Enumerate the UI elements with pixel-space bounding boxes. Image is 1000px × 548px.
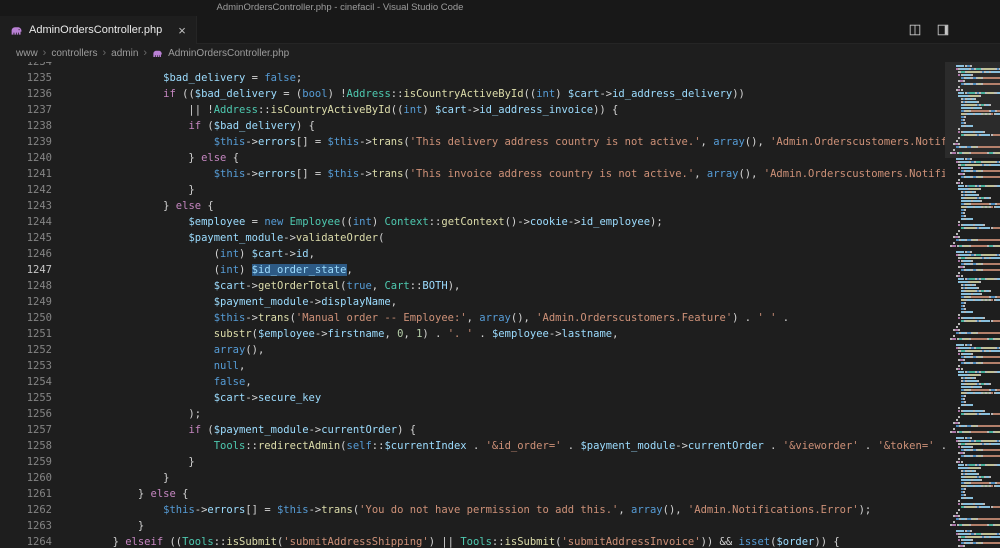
line-number: 1250 — [0, 310, 52, 326]
code-line[interactable]: 1254 false, — [0, 374, 945, 390]
line-number: 1234 — [0, 62, 52, 70]
line-number: 1245 — [0, 230, 52, 246]
code-line[interactable]: 1260 } — [0, 470, 945, 486]
code-line[interactable]: 1264 } elseif ((Tools::isSubmit('submitA… — [0, 534, 945, 548]
line-number: 1258 — [0, 438, 52, 454]
code-line[interactable]: 1252 array(), — [0, 342, 945, 358]
line-number: 1236 — [0, 86, 52, 102]
line-number: 1248 — [0, 278, 52, 294]
code-area[interactable]: 12341235 $bad_delivery = false;1236 if (… — [0, 62, 945, 548]
line-number: 1264 — [0, 534, 52, 548]
code-line[interactable]: 1262 $this->errors[] = $this->trans('You… — [0, 502, 945, 518]
chevron-right-icon: › — [102, 48, 106, 59]
line-number: 1260 — [0, 470, 52, 486]
breadcrumb-item-admin[interactable]: admin — [111, 48, 138, 59]
code-line[interactable]: 1236 if (($bad_delivery = (bool) !Addres… — [0, 86, 945, 102]
line-number: 1261 — [0, 486, 52, 502]
code-line[interactable]: 1256 ); — [0, 406, 945, 422]
code-line[interactable]: 1243 } else { — [0, 198, 945, 214]
line-number: 1253 — [0, 358, 52, 374]
line-number: 1235 — [0, 70, 52, 86]
code-line[interactable]: 1234 — [0, 62, 945, 70]
line-number: 1257 — [0, 422, 52, 438]
line-number: 1240 — [0, 150, 52, 166]
line-number: 1241 — [0, 166, 52, 182]
line-number: 1262 — [0, 502, 52, 518]
line-number: 1246 — [0, 246, 52, 262]
code-line[interactable]: 1237 || !Address::isCountryActiveById((i… — [0, 102, 945, 118]
code-lines: 12341235 $bad_delivery = false;1236 if (… — [0, 62, 945, 548]
line-number: 1243 — [0, 198, 52, 214]
code-line[interactable]: 1257 if ($payment_module->currentOrder) … — [0, 422, 945, 438]
vscode-window: AdminOrdersController.php - cinefacil - … — [0, 0, 1000, 548]
code-line[interactable]: 1246 (int) $cart->id, — [0, 246, 945, 262]
code-line[interactable]: 1259 } — [0, 454, 945, 470]
code-line[interactable]: 1239 $this->errors[] = $this->trans('Thi… — [0, 134, 945, 150]
tab-adminorderscontroller[interactable]: AdminOrdersController.php × — [0, 16, 197, 44]
code-line[interactable]: 1255 $cart->secure_key — [0, 390, 945, 406]
breadcrumb-item-www[interactable]: www — [16, 48, 38, 59]
line-number: 1247 — [0, 262, 52, 278]
php-file-icon — [10, 24, 23, 37]
line-number: 1244 — [0, 214, 52, 230]
line-number: 1237 — [0, 102, 52, 118]
code-line[interactable]: 1245 $payment_module->validateOrder( — [0, 230, 945, 246]
editor[interactable]: 12341235 $bad_delivery = false;1236 if (… — [0, 62, 1000, 548]
code-line[interactable]: 1249 $payment_module->displayName, — [0, 294, 945, 310]
code-line[interactable]: 1248 $cart->getOrderTotal(true, Cart::BO… — [0, 278, 945, 294]
tab-label: AdminOrdersController.php — [29, 24, 162, 36]
editor-actions — [908, 16, 1000, 43]
code-line[interactable]: 1241 $this->errors[] = $this->trans('Thi… — [0, 166, 945, 182]
breadcrumb-item-file[interactable]: AdminOrdersController.php — [168, 48, 289, 59]
code-line[interactable]: 1263 } — [0, 518, 945, 534]
code-line[interactable]: 1258 Tools::redirectAdmin(self::$current… — [0, 438, 945, 454]
chevron-right-icon: › — [43, 48, 47, 59]
split-editor-icon[interactable] — [908, 23, 922, 37]
minimap[interactable] — [945, 62, 1000, 548]
code-line[interactable]: 1261 } else { — [0, 486, 945, 502]
code-line[interactable]: 1238 if ($bad_delivery) { — [0, 118, 945, 134]
code-line[interactable]: 1247 (int) $id_order_state, — [0, 262, 945, 278]
line-number: 1255 — [0, 390, 52, 406]
line-number: 1263 — [0, 518, 52, 534]
line-number: 1256 — [0, 406, 52, 422]
chevron-right-icon: › — [143, 48, 147, 59]
code-line[interactable]: 1235 $bad_delivery = false; — [0, 70, 945, 86]
line-number: 1252 — [0, 342, 52, 358]
line-number: 1254 — [0, 374, 52, 390]
line-number: 1239 — [0, 134, 52, 150]
window-title: AdminOrdersController.php - cinefacil - … — [0, 0, 680, 16]
line-number: 1251 — [0, 326, 52, 342]
minimap-content — [945, 62, 1000, 548]
line-number: 1238 — [0, 118, 52, 134]
breadcrumb-item-controllers[interactable]: controllers — [51, 48, 97, 59]
code-line[interactable]: 1253 null, — [0, 358, 945, 374]
tab-bar: AdminOrdersController.php × — [0, 16, 1000, 44]
code-line[interactable]: 1244 $employee = new Employee((int) Cont… — [0, 214, 945, 230]
title-bar: AdminOrdersController.php - cinefacil - … — [0, 0, 1000, 16]
line-number: 1242 — [0, 182, 52, 198]
line-number: 1249 — [0, 294, 52, 310]
breadcrumb: www › controllers › admin › AdminOrdersC… — [0, 44, 1000, 62]
layout-icon[interactable] — [936, 23, 950, 37]
line-number: 1259 — [0, 454, 52, 470]
php-file-icon — [152, 48, 163, 59]
close-tab-icon[interactable]: × — [178, 24, 186, 37]
code-line[interactable]: 1240 } else { — [0, 150, 945, 166]
code-line[interactable]: 1250 $this->trans('Manual order -- Emplo… — [0, 310, 945, 326]
code-line[interactable]: 1251 substr($employee->firstname, 0, 1) … — [0, 326, 945, 342]
selected-text: $id_order_state — [252, 264, 347, 276]
code-line[interactable]: 1242 } — [0, 182, 945, 198]
